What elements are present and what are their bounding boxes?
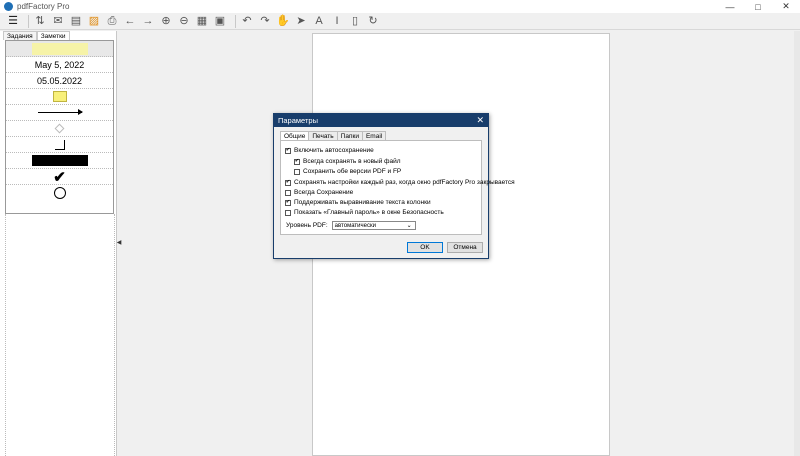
option-autosave[interactable]: ✔ Включить автосохранение [285,147,374,154]
text-select-icon[interactable]: I [330,14,344,28]
toolbar-divider [28,14,29,28]
option-save-both-versions[interactable]: Сохранить обе версии PDF и FP [294,168,401,175]
undo-icon[interactable]: ↶ [240,14,254,28]
redo-icon[interactable]: ↷ [258,14,272,28]
hand-tool-icon[interactable]: ✋ [276,14,290,28]
checkbox-autosave[interactable]: ✔ [285,147,291,154]
dialog-title-bar: Параметры ✕ [274,114,488,127]
pointer-icon[interactable]: ➤ [294,14,308,28]
arrow-note[interactable] [6,105,113,121]
menu-icon[interactable]: ☰ [6,14,20,28]
dialog-close-icon[interactable]: ✕ [476,114,484,127]
pdf-level-row: Уровень PDF: автоматически ⌄ [286,221,416,230]
option-label: Сохранять настройки каждый раз, когда ок… [294,179,515,186]
checkbox-save-settings-on-close[interactable]: ✔ [285,179,291,186]
tab-email[interactable]: Email [361,131,387,140]
tab-folders[interactable]: Папки [336,131,363,140]
corner-icon [54,139,65,150]
highlight-swatch [31,42,88,55]
checkbox-save-new-file[interactable]: ✔ [294,158,300,165]
dialog-tabs: Общие Печать Папки Email [280,131,387,140]
dialog-title: Параметры [278,116,318,125]
panel-splitter-handle[interactable]: ◀ [117,228,122,256]
option-column-alignment[interactable]: ✔ Поддерживать выравнивание текста колон… [285,199,431,206]
panel-divider [114,214,115,456]
option-label: Всегда Сохранение [294,189,354,196]
app-logo-icon [4,2,13,11]
highlight-note[interactable] [6,41,113,57]
tab-jobs[interactable]: Задания [3,31,37,40]
pdf-level-value: автоматически [334,222,376,229]
vertical-scrollbar[interactable] [794,31,800,456]
option-save-new-file[interactable]: ✔ Всегда сохранять в новый файл [294,158,401,165]
title-bar: pdfFactory Pro — □ ✕ [0,0,800,13]
grid-icon[interactable]: ▦ [195,14,209,28]
left-panel: Задания Заметки May 5, 2022 05.05.2022 ✔ [0,31,117,456]
checkbox-column-alignment[interactable]: ✔ [285,199,291,206]
ok-button[interactable]: OK [407,242,443,253]
checkbox-show-master-password[interactable] [285,209,291,216]
corner-note[interactable] [6,137,113,153]
diamond-note[interactable] [6,121,113,137]
toolbar-divider [235,14,236,28]
minimize-icon[interactable]: — [716,0,744,13]
option-label: Сохранить обе версии PDF и FP [303,168,402,175]
circle-icon [53,187,66,199]
refresh-icon[interactable]: ↻ [366,14,380,28]
option-label: Включить автосохранение [294,147,374,154]
option-label: Поддерживать выравнивание текста колонки [294,199,431,206]
sticky-note-icon [52,91,67,102]
date-note-long[interactable]: May 5, 2022 [6,57,113,73]
option-save-settings-on-close[interactable]: ✔ Сохранять настройки каждый раз, когда … [285,179,515,186]
option-always-save[interactable]: Всегда Сохранение [285,189,353,196]
back-arrow-icon[interactable]: ← [123,14,137,28]
redaction-bar [31,155,88,166]
pdf-level-select[interactable]: автоматически ⌄ [331,221,416,230]
option-label: Показать «Главный пароль» в окне Безопас… [294,209,444,216]
checkmark-icon: ✔ [53,168,66,186]
circle-note[interactable] [6,185,113,201]
settings-dialog: Параметры ✕ Общие Печать Папки Email ✔ В… [273,113,515,259]
email-icon[interactable]: ✉ [51,14,65,28]
print-icon[interactable]: ⎙ [105,14,119,28]
tab-notes[interactable]: Заметки [36,31,70,40]
clip-icon[interactable]: ⇅ [33,14,47,28]
date-note-short[interactable]: 05.05.2022 [6,73,113,89]
window-controls: — □ ✕ [716,0,800,13]
zoom-out-icon[interactable]: ⊖ [177,14,191,28]
columns-icon[interactable]: ▯ [348,14,362,28]
text-tool-icon[interactable]: A [312,14,326,28]
checkbox-always-save[interactable] [285,189,291,196]
close-window-icon[interactable]: ✕ [772,0,800,13]
save-icon[interactable]: ▤ [69,14,83,28]
tab-general[interactable]: Общие [280,131,310,140]
maximize-icon[interactable]: □ [744,0,772,13]
fit-page-icon[interactable]: ▣ [213,14,227,28]
zoom-in-icon[interactable]: ⊕ [159,14,173,28]
general-settings-panel: ✔ Включить автосохранение ✔ Всегда сохра… [280,140,515,235]
tab-print[interactable]: Печать [308,131,338,140]
toolbar: ☰ ⇅ ✉ ▤ ▨ ⎙ ← → ⊕ ⊖ ▦ ▣ ↶ ↷ ✋ ➤ A I ▯ ↻ [0,13,800,30]
cancel-button[interactable]: Отмена [447,242,483,253]
check-note[interactable]: ✔ [6,168,113,186]
panel-divider [5,214,6,456]
pdf-level-label: Уровень PDF: [286,222,328,229]
forward-arrow-icon[interactable]: → [141,14,155,28]
diamond-icon [54,123,65,134]
option-show-master-password[interactable]: Показать «Главный пароль» в окне Безопас… [285,209,444,216]
open-folder-icon[interactable]: ▨ [87,14,101,28]
arrow-icon [37,109,83,115]
notes-list: May 5, 2022 05.05.2022 ✔ [5,40,114,214]
sticky-note[interactable] [6,89,113,105]
chevron-down-icon: ⌄ [406,223,412,229]
checkbox-save-both-versions[interactable] [294,168,300,175]
window-title: pdfFactory Pro [17,2,70,11]
option-label: Всегда сохранять в новый файл [303,158,401,165]
